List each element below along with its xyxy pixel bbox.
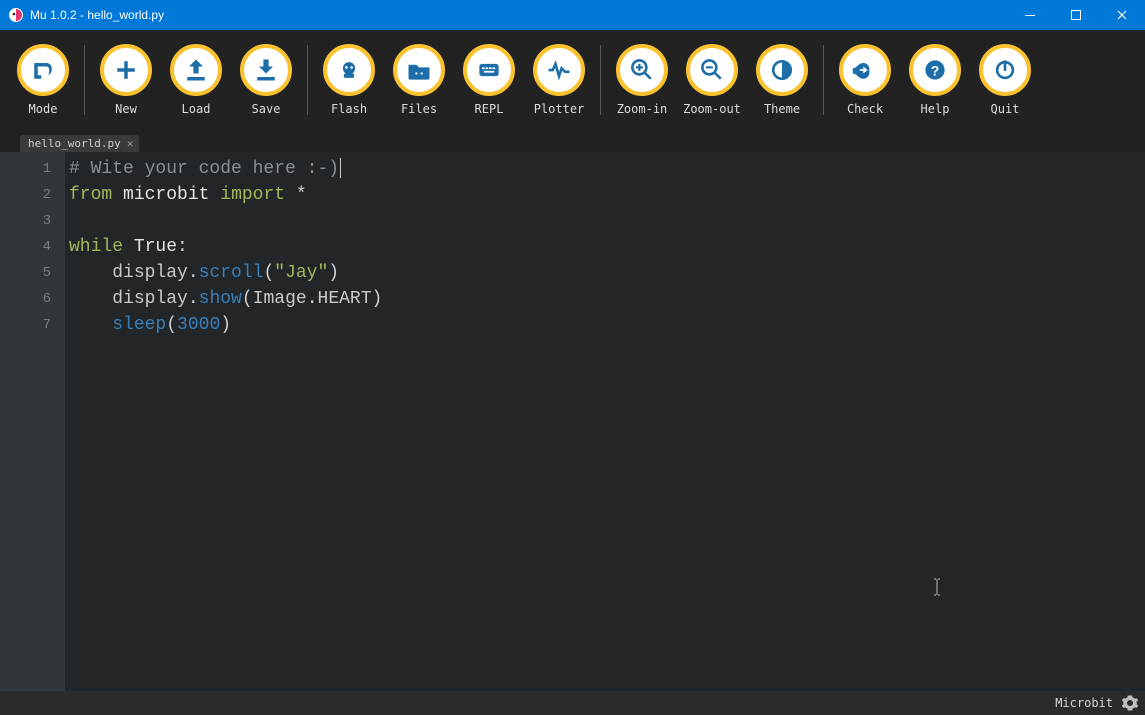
toolbar-button-label: Load: [182, 102, 211, 116]
main-toolbar: Mode New Load Save Flash Files REPL Plotter Zoom…: [0, 30, 1145, 130]
line-number: 1: [0, 156, 65, 182]
mode-button[interactable]: Mode: [8, 44, 78, 116]
flash-icon: [323, 44, 375, 96]
status-mode-label: Microbit: [1055, 696, 1113, 710]
window-minimize-button[interactable]: [1007, 0, 1053, 30]
zoom-in-button[interactable]: Zoom-in: [607, 44, 677, 116]
toolbar-separator: [307, 45, 308, 115]
help-button[interactable]: ? Help: [900, 44, 970, 116]
new-button[interactable]: New: [91, 44, 161, 116]
window-title: Mu 1.0.2 - hello_world.py: [30, 8, 164, 22]
editor-tab[interactable]: hello_world.py ✕: [20, 135, 139, 152]
tab-filename: hello_world.py: [28, 137, 121, 150]
toolbar-button-label: Help: [921, 102, 950, 116]
code-line[interactable]: display.show(Image.HEART): [65, 286, 1145, 312]
files-icon: [393, 44, 445, 96]
mode-icon: [17, 44, 69, 96]
plotter-icon: [533, 44, 585, 96]
theme-icon: [756, 44, 808, 96]
line-number: 7: [0, 312, 65, 338]
window-titlebar: Mu 1.0.2 - hello_world.py: [0, 0, 1145, 30]
toolbar-button-label: Save: [252, 102, 281, 116]
line-number: 5: [0, 260, 65, 286]
toolbar-button-label: Check: [847, 102, 883, 116]
quit-button[interactable]: Quit: [970, 44, 1040, 116]
toolbar-button-label: Mode: [29, 102, 58, 116]
code-line[interactable]: display.scroll("Jay"): [65, 260, 1145, 286]
files-button[interactable]: Files: [384, 44, 454, 116]
window-maximize-button[interactable]: [1053, 0, 1099, 30]
toolbar-button-label: Flash: [331, 102, 367, 116]
toolbar-separator: [600, 45, 601, 115]
save-button[interactable]: Save: [231, 44, 301, 116]
zoom-in-icon: [616, 44, 668, 96]
repl-icon: [463, 44, 515, 96]
zoom-out-button[interactable]: Zoom-out: [677, 44, 747, 116]
toolbar-separator: [84, 45, 85, 115]
plotter-button[interactable]: Plotter: [524, 44, 594, 116]
check-button[interactable]: Check: [830, 44, 900, 116]
check-icon: [839, 44, 891, 96]
toolbar-button-label: Files: [401, 102, 437, 116]
code-line[interactable]: [65, 208, 1145, 234]
help-icon: ?: [909, 44, 961, 96]
save-icon: [240, 44, 292, 96]
line-number: 4: [0, 234, 65, 260]
toolbar-button-label: Zoom-in: [617, 102, 668, 116]
line-number: 6: [0, 286, 65, 312]
editor-tab-row: hello_world.py ✕: [0, 130, 1145, 152]
flash-button[interactable]: Flash: [314, 44, 384, 116]
code-line[interactable]: sleep(3000): [65, 312, 1145, 338]
status-bar: Microbit: [0, 691, 1145, 715]
toolbar-button-label: REPL: [475, 102, 504, 116]
new-icon: [100, 44, 152, 96]
text-caret: [340, 158, 341, 178]
code-editor[interactable]: 1234567 # Wite your code here :-)from mi…: [0, 152, 1145, 691]
load-button[interactable]: Load: [161, 44, 231, 116]
code-area[interactable]: # Wite your code here :-)from microbit i…: [65, 152, 1145, 691]
text-cursor-ibeam-icon: [932, 578, 942, 596]
window-close-button[interactable]: [1099, 0, 1145, 30]
toolbar-separator: [823, 45, 824, 115]
app-icon: [8, 7, 24, 23]
tab-close-icon[interactable]: ✕: [127, 137, 134, 150]
toolbar-button-label: Quit: [991, 102, 1020, 116]
load-icon: [170, 44, 222, 96]
toolbar-button-label: Zoom-out: [683, 102, 741, 116]
line-number: 3: [0, 208, 65, 234]
quit-icon: [979, 44, 1031, 96]
toolbar-button-label: Theme: [764, 102, 800, 116]
settings-gear-icon[interactable]: [1121, 694, 1139, 712]
line-number: 2: [0, 182, 65, 208]
code-line[interactable]: from microbit import *: [65, 182, 1145, 208]
svg-text:?: ?: [931, 62, 940, 78]
repl-button[interactable]: REPL: [454, 44, 524, 116]
code-line[interactable]: while True:: [65, 234, 1145, 260]
theme-button[interactable]: Theme: [747, 44, 817, 116]
toolbar-button-label: Plotter: [534, 102, 585, 116]
zoom-out-icon: [686, 44, 738, 96]
code-line[interactable]: # Wite your code here :-): [65, 156, 1145, 182]
line-number-gutter: 1234567: [0, 152, 65, 691]
toolbar-button-label: New: [115, 102, 137, 116]
